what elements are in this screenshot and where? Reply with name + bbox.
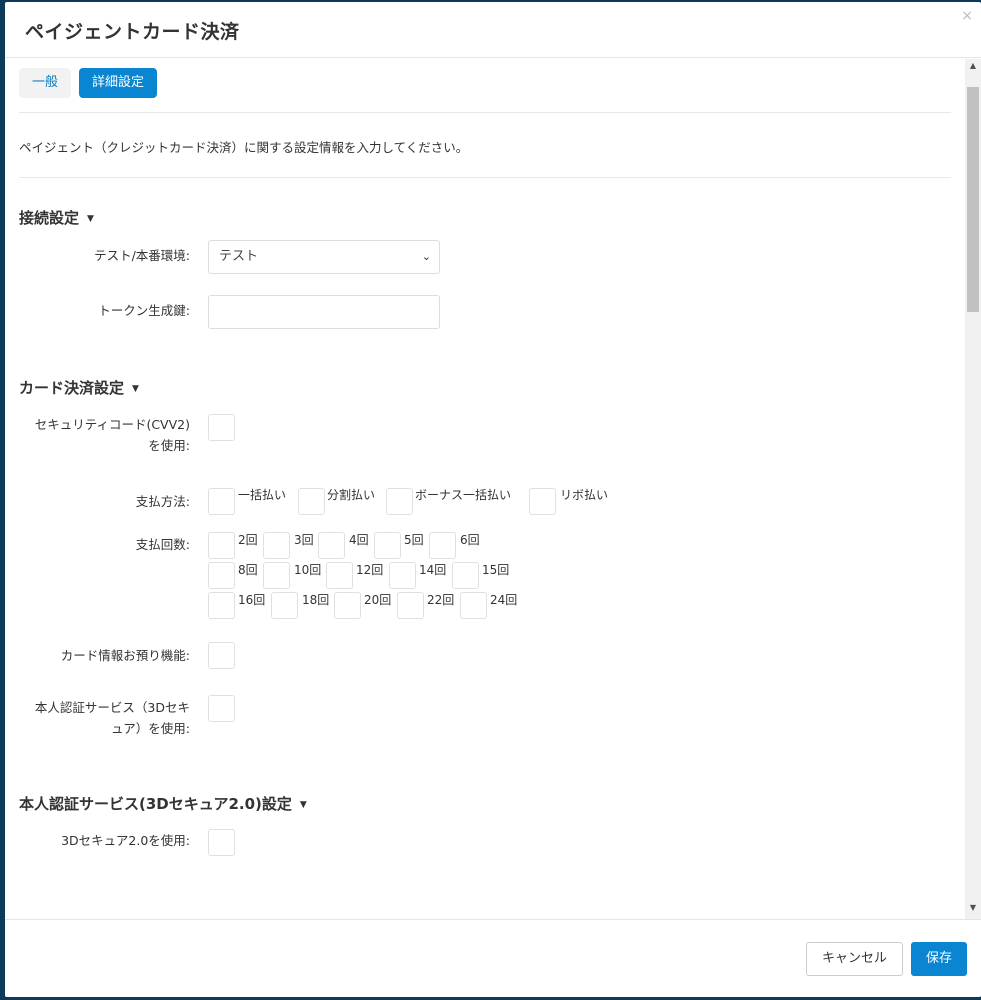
section-threeds2[interactable]: 本人認証サービス(3Dセキュア2.0)設定 ▼ [19,793,307,814]
section-card[interactable]: カード決済設定 ▼ [19,377,139,398]
payment-bonus-checkbox[interactable] [386,488,413,515]
divider [19,177,951,178]
installment-checkbox[interactable] [318,532,345,559]
cvv-label: セキュリティコード(CVV2) を使用: [5,414,190,456]
installment-option: 18回 [302,593,330,607]
installment-checkbox[interactable] [263,562,290,589]
chevron-down-icon: ⌄ [421,250,431,263]
threeds2-checkbox[interactable] [208,829,235,856]
modal-title: ペイジェントカード決済 [25,21,240,43]
modal-footer: キャンセル 保存 [5,919,981,997]
section-title: 本人認証サービス(3Dセキュア2.0)設定 [19,795,292,813]
payment-method-option: 一括払い [238,488,287,502]
installment-option: 15回 [482,563,510,577]
caret-down-icon: ▼ [87,214,94,224]
close-icon[interactable]: × [961,8,973,24]
payment-settings-modal: ペイジェントカード決済 × 一般 詳細設定 ペイジェント（クレジットカード決済）… [5,2,981,997]
installment-checkbox[interactable] [271,592,298,619]
section-title: 接続設定 [19,209,80,227]
installment-option: 12回 [356,563,384,577]
card-storage-label: カード情報お預り機能: [60,648,190,663]
tab-advanced[interactable]: 詳細設定 [79,68,158,98]
divider [19,112,951,113]
cancel-button[interactable]: キャンセル [806,942,903,976]
payment-method-option: ボーナス一括払い [415,488,512,502]
caret-down-icon: ▼ [299,800,307,810]
installment-checkbox[interactable] [374,532,401,559]
threeds2-label: 3Dセキュア2.0を使用: [61,833,190,848]
settings-description: ペイジェント（クレジットカード決済）に関する設定情報を入力してください。 [19,140,469,155]
modal-header: ペイジェントカード決済 × [5,2,981,58]
installment-checkbox[interactable] [208,532,235,559]
tab-general[interactable]: 一般 [19,68,72,98]
installment-option: 5回 [404,533,424,547]
env-select[interactable]: テスト ⌄ [208,240,440,274]
payment-method-option: リボ払い [560,488,609,502]
installment-checkbox[interactable] [429,532,456,559]
installment-option: 16回 [238,593,266,607]
installment-option: 3回 [294,533,314,547]
installment-checkbox[interactable] [334,592,361,619]
installment-option: 10回 [294,563,322,577]
payment-method-option: 分割払い [327,488,376,502]
installment-option: 20回 [364,593,392,607]
tab-bar: 一般 詳細設定 [19,68,158,98]
cvv-label-line1: セキュリティコード(CVV2) [34,417,190,432]
installment-checkbox[interactable] [326,562,353,589]
card-storage-checkbox[interactable] [208,642,235,669]
installment-checkbox[interactable] [460,592,487,619]
installment-checkbox[interactable] [208,562,235,589]
scroll-down-icon[interactable]: ▼ [965,903,981,917]
env-select-value: テスト [219,249,259,264]
threeds-label-line2: ュア）を使用: [111,721,190,736]
cvv-label-line2: を使用: [148,438,190,453]
installment-option: 4回 [349,533,369,547]
section-title: カード決済設定 [19,379,125,397]
installment-option: 6回 [460,533,480,547]
threeds-checkbox[interactable] [208,695,235,722]
threeds-label-line1: 本人認証サービス（3Dセキ [34,700,190,715]
payment-revolving-checkbox[interactable] [529,488,556,515]
installment-option: 24回 [490,593,518,607]
threeds-label: 本人認証サービス（3Dセキ ュア）を使用: [5,697,190,739]
installment-checkbox[interactable] [263,532,290,559]
installments-label: 支払回数: [135,537,190,552]
env-label: テスト/本番環境: [94,248,190,263]
cvv-checkbox[interactable] [208,414,235,441]
payment-lump-checkbox[interactable] [208,488,235,515]
section-connection[interactable]: 接続設定 ▼ [19,207,94,228]
save-button[interactable]: 保存 [911,942,967,976]
installment-option: 22回 [427,593,455,607]
modal-body: 一般 詳細設定 ペイジェント（クレジットカード決済）に関する設定情報を入力してく… [5,59,965,919]
installment-option: 14回 [419,563,447,577]
installment-option: 8回 [238,563,258,577]
installment-checkbox[interactable] [397,592,424,619]
scrollbar-thumb[interactable] [967,87,979,312]
installment-checkbox[interactable] [208,592,235,619]
scrollbar[interactable]: ▲ ▼ [965,59,981,919]
payment-method-label: 支払方法: [135,494,190,509]
token-input[interactable] [208,295,440,329]
installment-option: 2回 [238,533,258,547]
scroll-up-icon[interactable]: ▲ [965,61,981,75]
token-label: トークン生成鍵: [98,303,190,318]
installment-checkbox[interactable] [389,562,416,589]
payment-installment-checkbox[interactable] [298,488,325,515]
installment-checkbox[interactable] [452,562,479,589]
caret-down-icon: ▼ [132,384,139,394]
